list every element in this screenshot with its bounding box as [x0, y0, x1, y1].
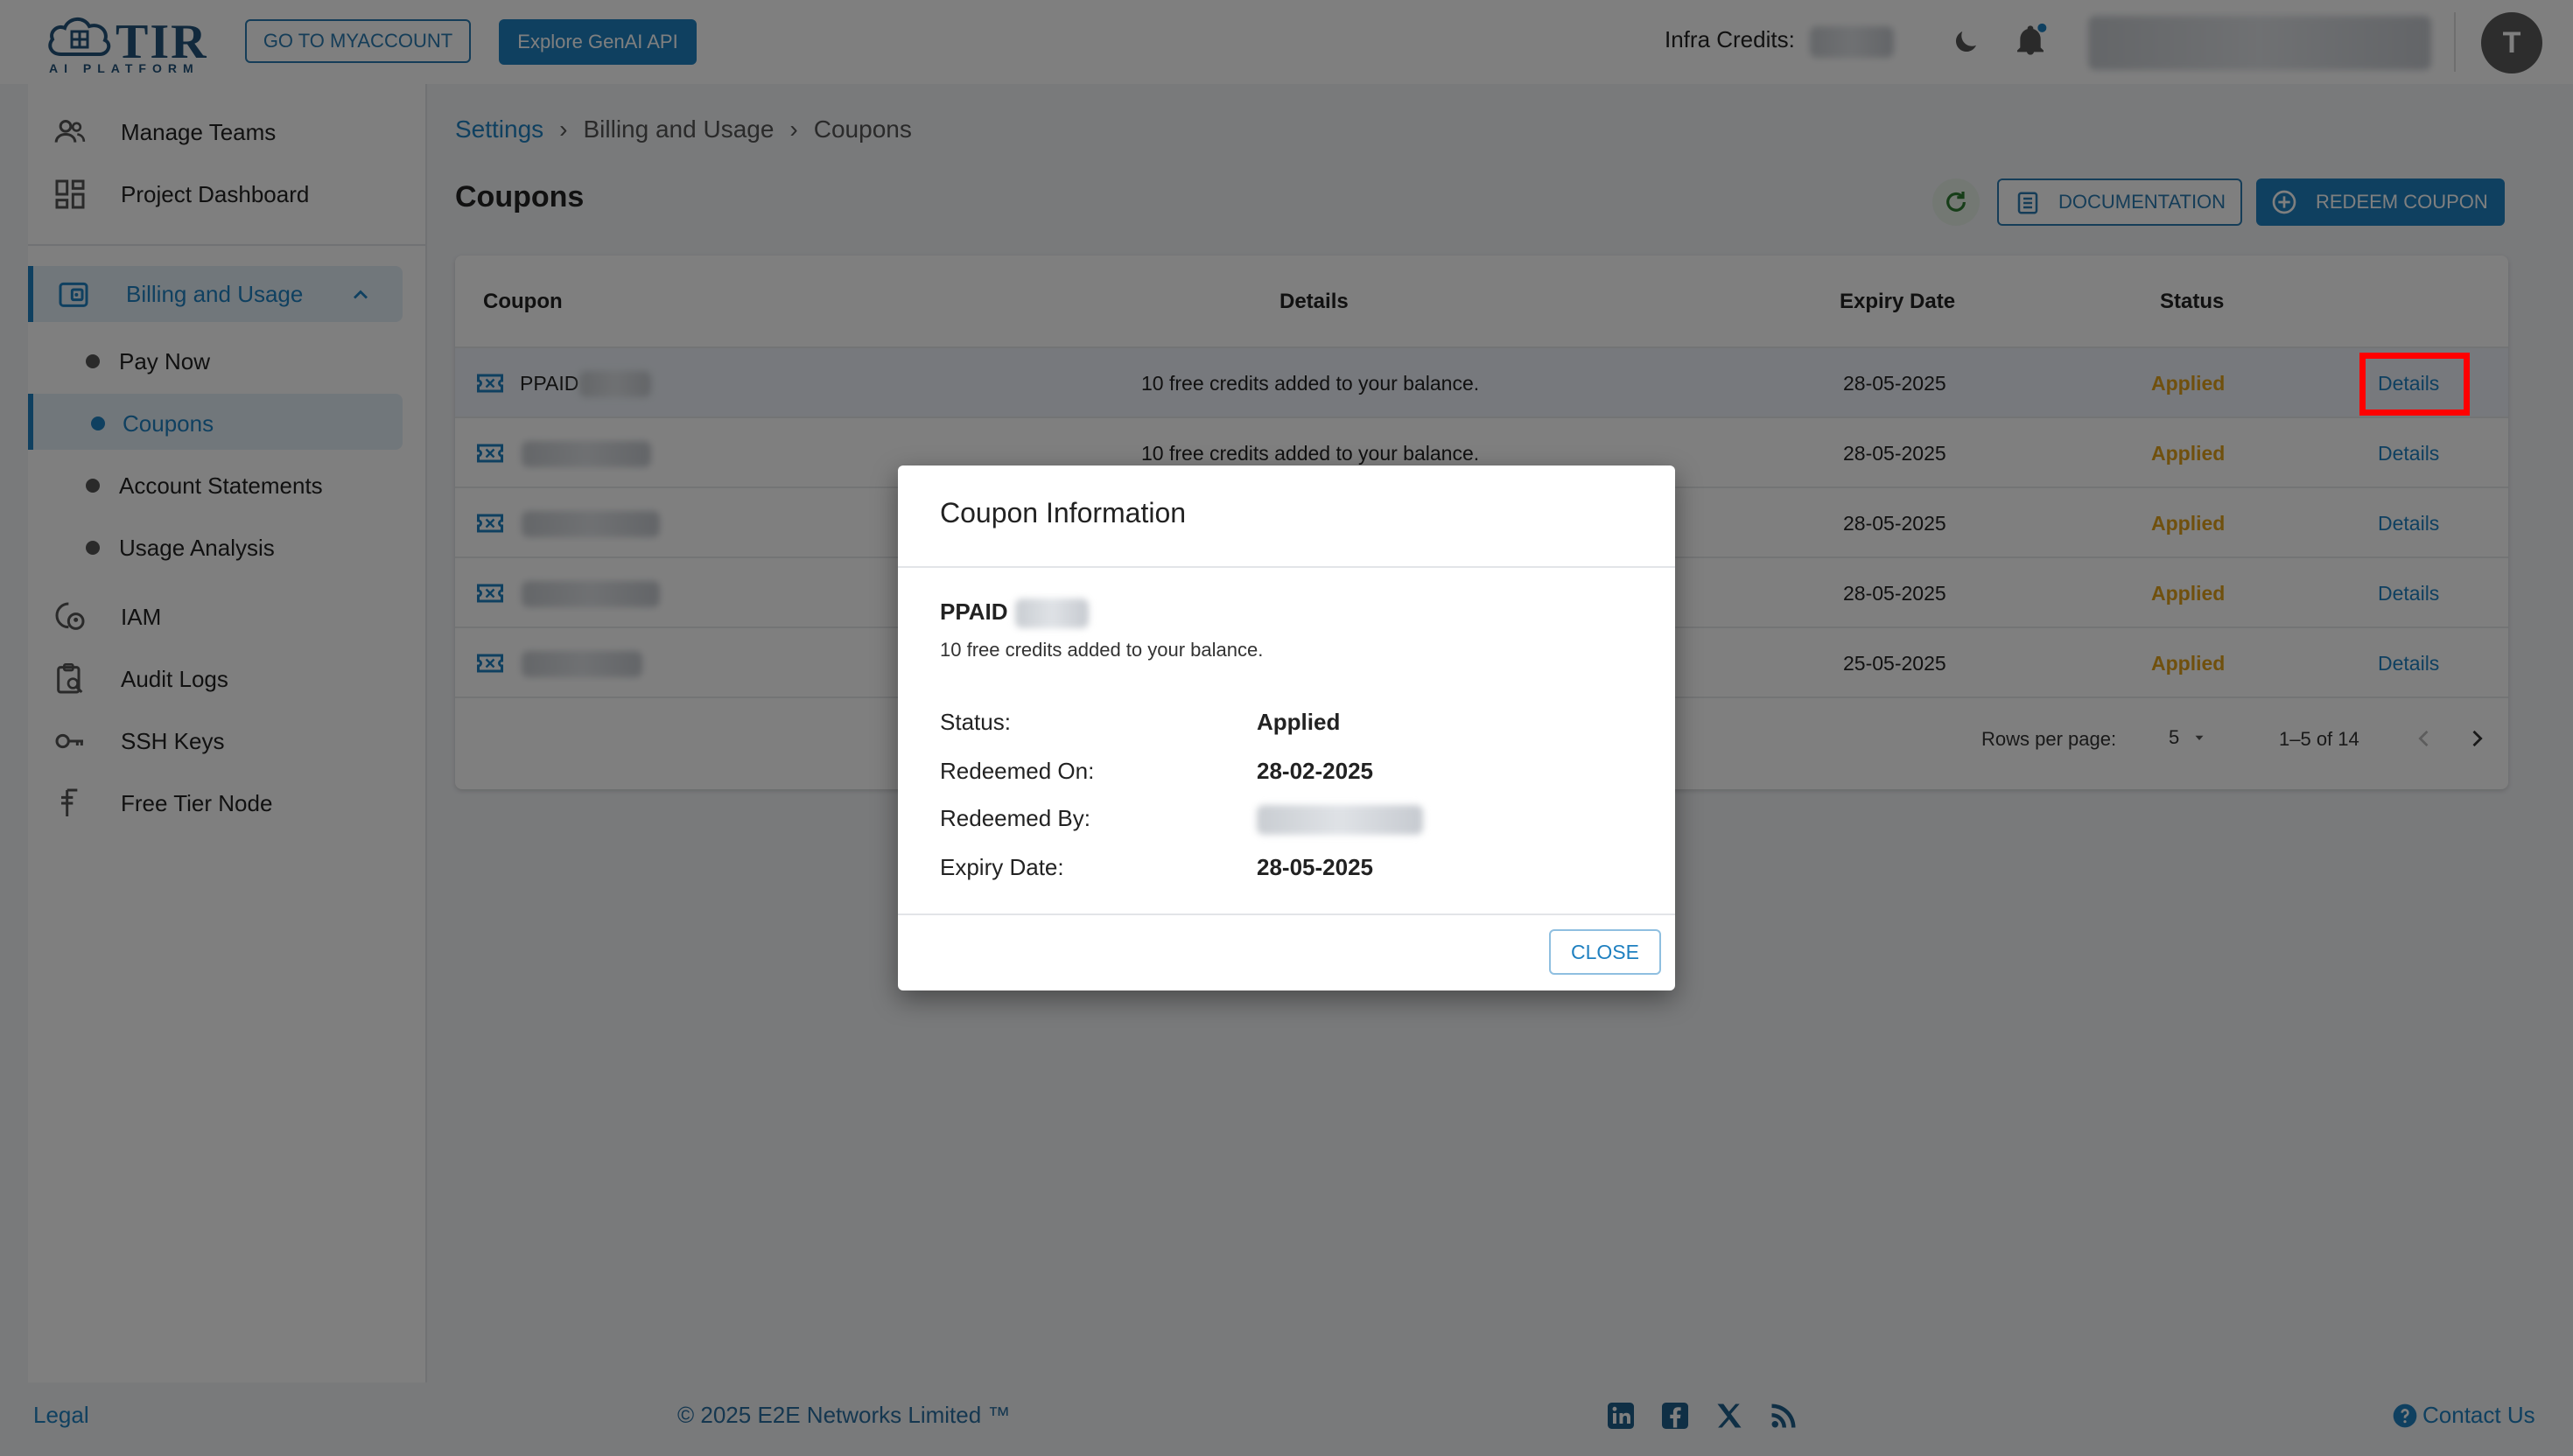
- field-value-status: Applied: [1257, 709, 1341, 735]
- field-label-redeemed-on: Redeemed On:: [940, 758, 1095, 784]
- field-label-status: Status:: [940, 709, 1011, 735]
- field-label-expiry-date: Expiry Date:: [940, 854, 1064, 880]
- field-value-expiry-date: 28-05-2025: [1257, 854, 1373, 880]
- coupon-information-dialog: Coupon Information PPAID 10 free credits…: [898, 466, 1675, 990]
- close-button[interactable]: CLOSE: [1549, 929, 1661, 975]
- field-value-redeemed-by-redacted: [1257, 805, 1423, 835]
- field-label-redeemed-by: Redeemed By:: [940, 805, 1090, 831]
- dialog-coupon-code-redacted: [1015, 598, 1089, 628]
- field-value-redeemed-on: 28-02-2025: [1257, 758, 1373, 784]
- dialog-coupon-code: PPAID: [940, 598, 1008, 625]
- highlight-box: [2359, 353, 2470, 416]
- dialog-divider: [898, 566, 1675, 568]
- dialog-divider: [898, 914, 1675, 915]
- dialog-coupon-description: 10 free credits added to your balance.: [940, 639, 1264, 661]
- dialog-title: Coupon Information: [940, 497, 1187, 528]
